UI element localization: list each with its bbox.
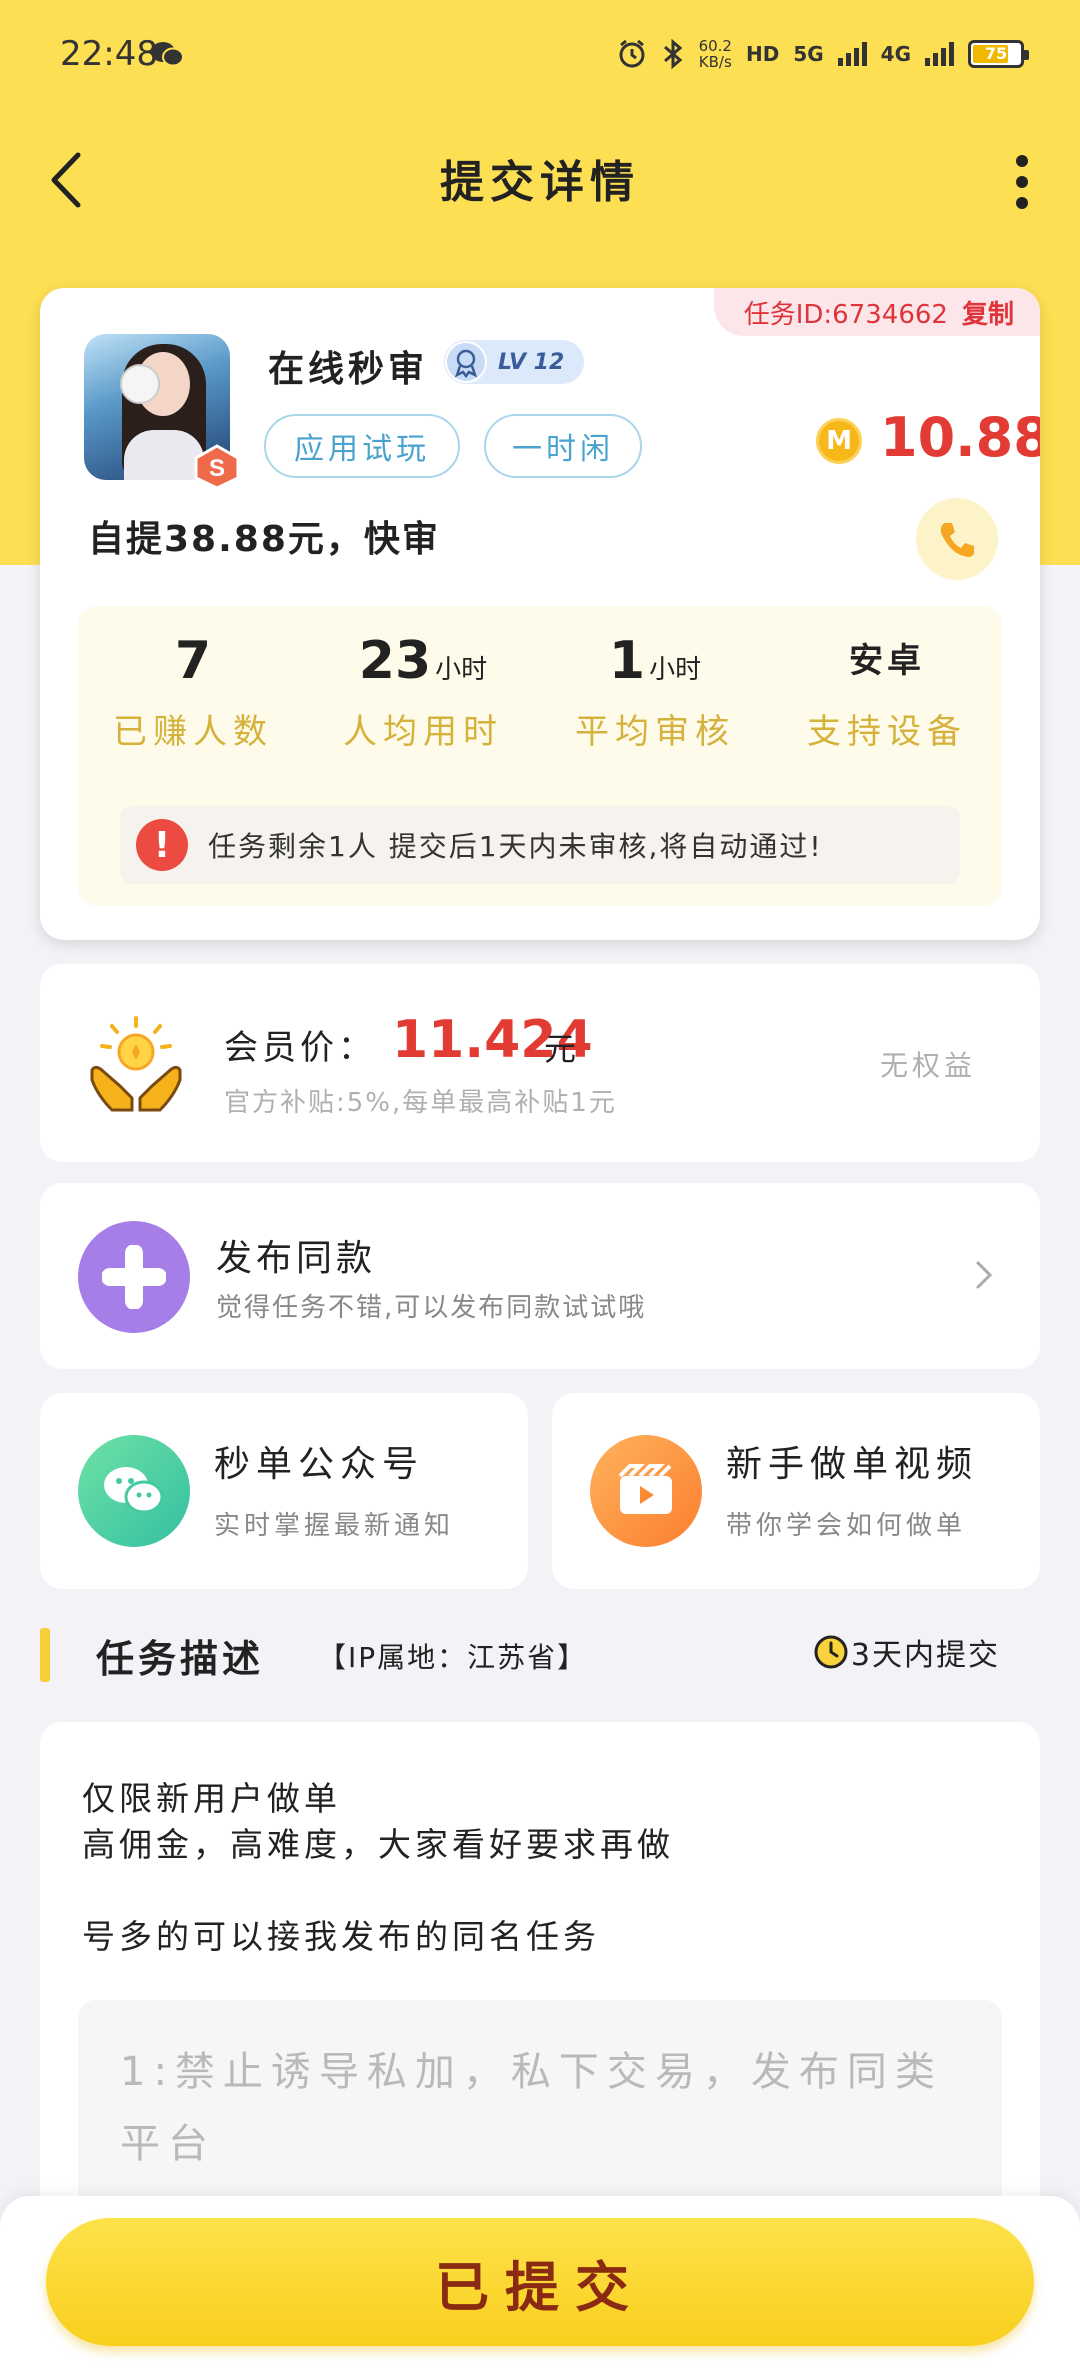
status-icons: 60.2 KB/s HD 5G 4G 75 [617,34,1029,74]
member-price-label: 会员价： [224,1028,376,1068]
signal-icon [837,42,867,66]
plus-icon [78,1221,190,1333]
chevron-right-icon [976,1261,993,1289]
tutorial-video-subtitle: 带你学会如何做单 [726,1511,967,1541]
tag-app-trial: 应用试玩 [264,414,460,478]
subsidy-text: 官方补贴:5%,每单最高补贴1元 [224,1088,617,1118]
s-rank-badge-icon: S [194,444,240,490]
status-bar: 22:48 60.2 KB/s HD 5G 4G 75 [0,0,1080,110]
tag-idle: 一时闲 [484,414,642,478]
stat-avg-review: 1 小时 平均审核 [575,631,735,752]
deadline: 3天内提交 [813,1630,1000,1674]
copy-id-button[interactable]: 复制 [962,294,1014,331]
task-summary-card: 任务ID:6734662 复制 S 在线秒审 LV 12 应用试玩 一时闲 M … [40,288,1040,940]
task-notice: ! 任务剩余1人 提交后1天内未审核,将自动通过! [120,806,960,884]
publish-title: 发布同款 [216,1238,377,1279]
tutorial-video-card[interactable]: 新手做单视频 带你学会如何做单 [552,1393,1040,1589]
official-account-title: 秒单公众号 [214,1444,425,1485]
coin-hands-icon [90,1016,182,1112]
section-title: 任务描述 [96,1637,265,1681]
stat-avg-time: 23 小时 人均用时 [343,631,503,752]
task-headline: 自提38.88元，快审 [88,519,440,560]
battery-icon: 75 [968,40,1029,68]
ip-location: 【IP属地：江苏省】 [318,1641,588,1674]
clock-icon [814,1635,848,1669]
task-price: 10.88 [880,406,1040,469]
task-id-tag: 任务ID:6734662 复制 [713,288,1040,336]
video-icon [590,1435,702,1547]
warning-icon: ! [136,819,188,871]
page-title: 提交详情 [440,157,640,208]
task-id: 任务ID:6734662 [743,299,948,330]
more-options-icon[interactable] [1010,155,1034,209]
medal-icon [445,341,487,383]
phone-icon [940,523,974,557]
section-accent-bar [40,1628,50,1682]
submitted-button[interactable]: 已提交 [46,2218,1034,2346]
task-description-text: 仅限新用户做单 高佣金，高难度，大家看好要求再做 号多的可以接我发布的同名任务 [82,1779,674,1956]
stats-panel: 7 已赚人数 23 小时 人均用时 1 小时 平均审核 安卓 支持设备 ! 任务剩余… [78,606,1002,906]
stat-device: 安卓 支持设备 [807,641,967,752]
member-price-card[interactable]: 会员价： 11.424 元 官方补贴:5%,每单最高补贴1元 无权益 [40,964,1040,1162]
level-badge: LV 12 [444,340,584,384]
coin-icon: M [816,418,862,464]
bluetooth-icon [663,38,682,70]
phone-button[interactable] [916,498,998,580]
status-time: 22:48 [60,34,158,74]
network-4g: 4G [880,42,911,66]
official-account-subtitle: 实时掌握最新通知 [214,1511,455,1541]
stat-earned-count: 7 已赚人数 [113,631,273,752]
wechat-notification-icon [151,42,184,67]
alarm-icon [619,39,645,68]
official-account-card[interactable]: 秒单公众号 实时掌握最新通知 [40,1393,528,1589]
net-speed: 60.2 KB/s [698,37,732,71]
hd-icon: HD [745,42,780,66]
publish-subtitle: 觉得任务不错,可以发布同款试试哦 [216,1293,647,1323]
svg-text:S: S [209,455,225,482]
tutorial-video-title: 新手做单视频 [726,1444,979,1485]
member-price-unit: 元 [544,1030,577,1068]
network-5g: 5G [793,42,824,66]
publish-same-card[interactable]: 发布同款 觉得任务不错,可以发布同款试试哦 [40,1183,1040,1369]
signal-icon-2 [925,42,954,66]
publisher-name: 在线秒审 [268,349,429,390]
member-benefit-status: 无权益 [879,1049,976,1082]
wechat-icon [78,1435,190,1547]
